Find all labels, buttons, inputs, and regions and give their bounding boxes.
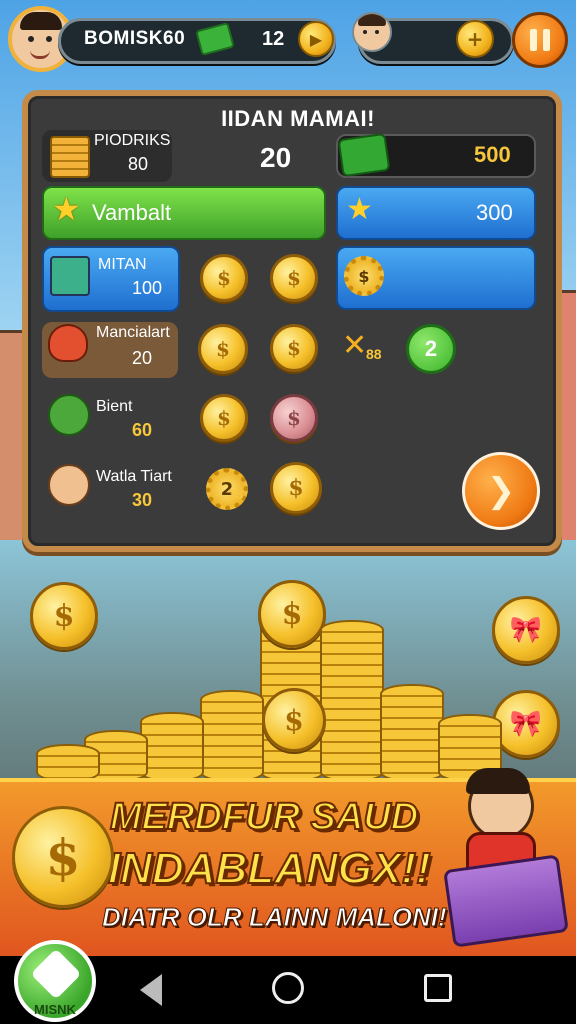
pink-coin-icon[interactable]: $ (270, 394, 318, 442)
row-vambalt-button[interactable] (42, 186, 326, 240)
player-name: BOMISK60 (84, 28, 186, 49)
big-coin-icon: $ (12, 806, 114, 908)
chevron-right-icon: ❯ (486, 471, 516, 511)
upgrade-panel: IIDAN MAMAI! PIODRIKS 80 20 500 ★ Vambal… (22, 90, 562, 552)
coin-icon[interactable]: $ (200, 394, 248, 442)
house-icon (50, 256, 90, 296)
row-watla-label: Watla Tiart (96, 468, 172, 485)
row-bient-value: 60 (132, 420, 153, 440)
coin-stack (320, 620, 384, 782)
panel-title: IIDAN MAMAI! (221, 106, 375, 131)
treasure-box-icon (443, 854, 569, 948)
cash-bundle-icon (337, 132, 391, 178)
coin-center: $ (262, 688, 326, 752)
gift-button-2[interactable]: 🎀 (492, 690, 560, 758)
banner-line-2: INDABLANGX!! (107, 843, 432, 894)
cash-bar-value: 500 (474, 142, 511, 167)
gift-button[interactable]: 🎀 (492, 596, 560, 664)
level-value: 12 (262, 28, 285, 50)
row-mitan-value: 100 (132, 278, 163, 298)
pause-button[interactable] (512, 12, 568, 68)
coin-stack (200, 690, 264, 782)
gear-2-value: 33 (228, 486, 244, 502)
row-mancialart-label: Mancialart (96, 324, 170, 341)
coin-stack (140, 712, 204, 782)
row-vambalt-label: Vambalt (92, 200, 172, 225)
friend-avatar[interactable] (352, 12, 392, 52)
notepad-icon (50, 136, 90, 178)
add-coins-button[interactable]: + (456, 20, 494, 58)
coin-icon[interactable]: $ (270, 254, 318, 302)
pause-icon (530, 29, 550, 51)
row-mitan-label: MITAN (98, 256, 147, 273)
row-mancialart-value: 20 (132, 348, 153, 368)
gear-coin-icon: $ (344, 256, 384, 296)
coin-icon[interactable]: $ (270, 462, 322, 514)
level-coin-icon: ▶ (298, 21, 334, 57)
row-piodriks-value: 80 (128, 154, 149, 174)
next-arrow-button[interactable]: ❯ (462, 452, 540, 530)
plus-icon: + (466, 27, 484, 51)
recents-nav-icon[interactable] (424, 974, 452, 1002)
coin-top: $ (258, 580, 326, 648)
bottom-action-button[interactable]: MISNK (14, 940, 96, 1022)
arrow-left-icon (30, 948, 82, 1000)
top-bar: BOMISK60 12 ▶ + (0, 0, 576, 78)
badge-x-value: 88 (366, 346, 382, 362)
banner-line-1: MERDFUR SAUD (109, 795, 419, 839)
back-nav-icon[interactable] (140, 974, 162, 1006)
coin-stack (380, 684, 444, 782)
coin-icon[interactable]: $ (270, 324, 318, 372)
dollar-coin-left[interactable]: $ (30, 582, 98, 650)
coin-stack-icon[interactable]: $ (198, 324, 248, 374)
stat-count: 20 (260, 142, 292, 173)
worker-icon (48, 464, 90, 506)
row-watla-value: 30 (132, 490, 153, 510)
row-piodriks-label: PIODRIKS (94, 132, 171, 149)
coin-stack (36, 744, 100, 782)
star-bar-value: 300 (476, 200, 513, 225)
row-bient-label: Bient (96, 398, 133, 415)
badge-z-value: 2 (424, 336, 438, 361)
heart-shield-icon (48, 324, 88, 362)
leaf-icon (48, 394, 90, 436)
banner-line-3: DIATR OLR LAINN MALONI! (102, 902, 448, 933)
badge-z-button[interactable]: 2 (406, 324, 456, 374)
coin-icon[interactable]: $ (200, 254, 248, 302)
star-icon: ★ (52, 190, 81, 228)
home-nav-icon[interactable] (272, 972, 304, 1004)
badge-x-icon: ✕ (342, 328, 368, 363)
star-bar-icon: ★ (346, 192, 373, 227)
bottom-action-label: MISNK (34, 1002, 76, 1017)
